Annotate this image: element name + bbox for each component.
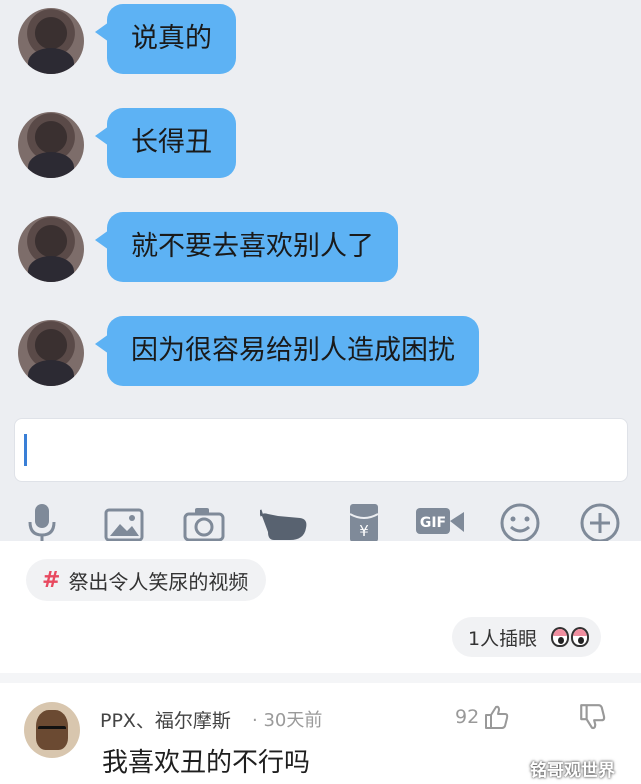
chat-message: 因为很容易给别人造成困扰 xyxy=(0,312,641,412)
meta-separator: · xyxy=(252,710,258,731)
message-bubble[interactable]: 就不要去喜欢别人了 xyxy=(95,212,398,282)
commenter-name[interactable]: PPX、福尔摩斯 xyxy=(100,706,231,733)
thumbs-down-icon xyxy=(580,704,606,730)
gif-label: GIF xyxy=(420,515,446,531)
emoji-icon[interactable] xyxy=(498,502,542,541)
topic-label: 祭出令人笑尿的视频 xyxy=(68,569,249,594)
insert-eye-button[interactable]: 1人插眼 xyxy=(452,617,602,657)
hashtag-icon: # xyxy=(42,567,61,593)
sender-avatar[interactable] xyxy=(18,320,84,386)
comment-time-value: 30天前 xyxy=(263,710,323,731)
commenter-avatar[interactable] xyxy=(24,702,80,758)
red-packet-icon[interactable]: ¥ xyxy=(342,502,386,541)
sender-avatar[interactable] xyxy=(18,216,84,282)
chat-area: 说真的 长得丑 就不要去喜欢别人了 因为很容易给别人造成困扰 ¥ GIF xyxy=(0,0,641,541)
sender-avatar[interactable] xyxy=(18,8,84,74)
like-count: 92 xyxy=(455,706,480,728)
red-packet-symbol: ¥ xyxy=(359,522,369,540)
comment-text: 我喜欢丑的不行吗 xyxy=(102,748,311,778)
chat-message: 长得丑 xyxy=(0,104,641,204)
microphone-icon[interactable] xyxy=(20,502,64,541)
thumbs-up-icon xyxy=(485,705,509,729)
insert-eye-label: 1人插眼 xyxy=(468,627,538,650)
message-bubble[interactable]: 说真的 xyxy=(95,4,236,74)
gif-icon[interactable]: GIF xyxy=(414,502,466,541)
text-caret xyxy=(24,434,27,466)
comment-time: · 30天前 xyxy=(252,706,322,732)
dislike-button[interactable] xyxy=(578,703,606,735)
eyes-icon xyxy=(551,627,590,647)
message-input[interactable] xyxy=(14,418,628,482)
chat-message: 就不要去喜欢别人了 xyxy=(0,208,641,308)
message-bubble[interactable]: 因为很容易给别人造成困扰 xyxy=(95,316,479,386)
message-bubble[interactable]: 长得丑 xyxy=(95,108,236,178)
sender-avatar[interactable] xyxy=(18,112,84,178)
chat-message: 说真的 xyxy=(0,0,641,100)
camera-icon[interactable] xyxy=(182,502,226,541)
hand-icon[interactable] xyxy=(260,502,310,541)
image-icon[interactable] xyxy=(102,502,146,541)
section-divider xyxy=(0,673,641,683)
chat-toolbar: ¥ GIF xyxy=(0,498,641,541)
plus-icon[interactable] xyxy=(578,502,622,541)
topic-tag[interactable]: # 祭出令人笑尿的视频 xyxy=(26,559,267,601)
like-button[interactable]: 92 xyxy=(455,704,509,730)
watermark: 铭哥观世界 xyxy=(530,761,615,781)
